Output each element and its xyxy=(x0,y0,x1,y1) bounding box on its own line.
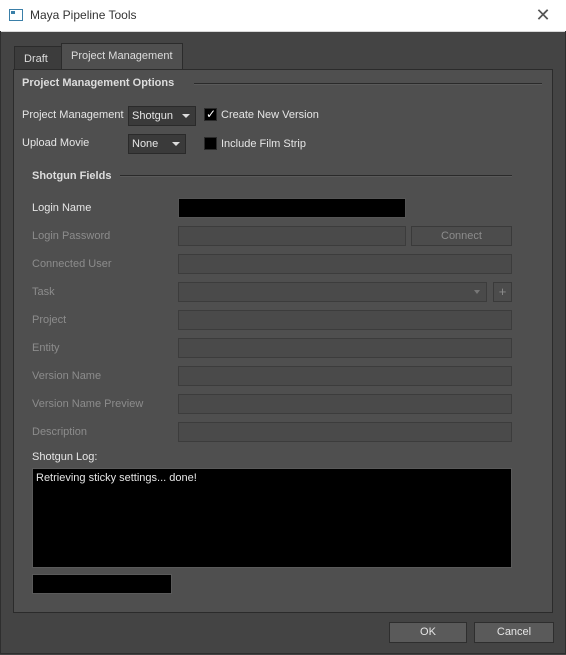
connect-button[interactable]: Connect xyxy=(411,226,512,246)
pm-options-group-title: Project Management Options xyxy=(22,77,175,89)
entity-label: Entity xyxy=(32,342,60,354)
shotgun-log-output[interactable]: Retrieving sticky settings... done! xyxy=(32,468,512,568)
connected-user-label: Connected User xyxy=(32,258,112,270)
create-new-version-label: Create New Version xyxy=(221,109,319,121)
add-task-button[interactable]: + xyxy=(493,282,512,302)
version-name-label: Version Name xyxy=(32,370,102,382)
shotgun-fields-divider xyxy=(120,175,512,176)
chevron-down-icon xyxy=(474,290,480,294)
description-field[interactable] xyxy=(178,422,512,442)
task-label: Task xyxy=(32,286,55,298)
upload-movie-label: Upload Movie xyxy=(22,137,90,149)
login-name-input[interactable] xyxy=(178,198,406,218)
project-management-select[interactable]: Shotgun xyxy=(128,106,196,126)
window-title: Maya Pipeline Tools xyxy=(30,8,137,22)
progress-bar xyxy=(32,574,172,594)
project-management-select-value: Shotgun xyxy=(132,110,173,122)
title-bar: Maya Pipeline Tools ✕ xyxy=(0,0,566,32)
app-window-icon xyxy=(9,9,23,21)
login-password-label: Login Password xyxy=(32,230,111,242)
pm-options-divider xyxy=(194,83,542,84)
description-label: Description xyxy=(32,426,88,438)
task-select[interactable] xyxy=(178,282,487,302)
shotgun-fields-group-title: Shotgun Fields xyxy=(32,170,112,182)
version-name-field[interactable] xyxy=(178,366,512,386)
tab-project-management[interactable]: Project Management xyxy=(61,43,183,70)
entity-field[interactable] xyxy=(178,338,512,358)
ok-button[interactable]: OK xyxy=(389,622,467,643)
upload-movie-select-value: None xyxy=(132,138,159,150)
shotgun-log-text: Retrieving sticky settings... done! xyxy=(36,472,197,484)
project-label: Project xyxy=(32,314,67,326)
cancel-button[interactable]: Cancel xyxy=(474,622,554,643)
include-film-strip-checkbox[interactable] xyxy=(204,137,217,150)
tab-draft[interactable]: Draft xyxy=(14,46,62,69)
upload-movie-select[interactable]: None xyxy=(128,134,186,154)
chevron-down-icon xyxy=(172,142,180,146)
chevron-down-icon xyxy=(182,114,190,118)
login-password-input[interactable] xyxy=(178,226,406,246)
checkmark-icon: ✓ xyxy=(206,107,217,121)
project-field[interactable] xyxy=(178,310,512,330)
login-name-label: Login Name xyxy=(32,202,92,214)
include-film-strip-label: Include Film Strip xyxy=(221,138,306,150)
version-name-preview-label: Version Name Preview xyxy=(32,398,144,410)
project-management-label: Project Management xyxy=(22,109,124,121)
version-name-preview-field[interactable] xyxy=(178,394,512,414)
connected-user-field[interactable] xyxy=(178,254,512,274)
shotgun-log-label: Shotgun Log: xyxy=(32,451,98,463)
create-new-version-checkbox[interactable]: ✓ xyxy=(204,107,217,121)
close-icon[interactable]: ✕ xyxy=(520,0,566,31)
